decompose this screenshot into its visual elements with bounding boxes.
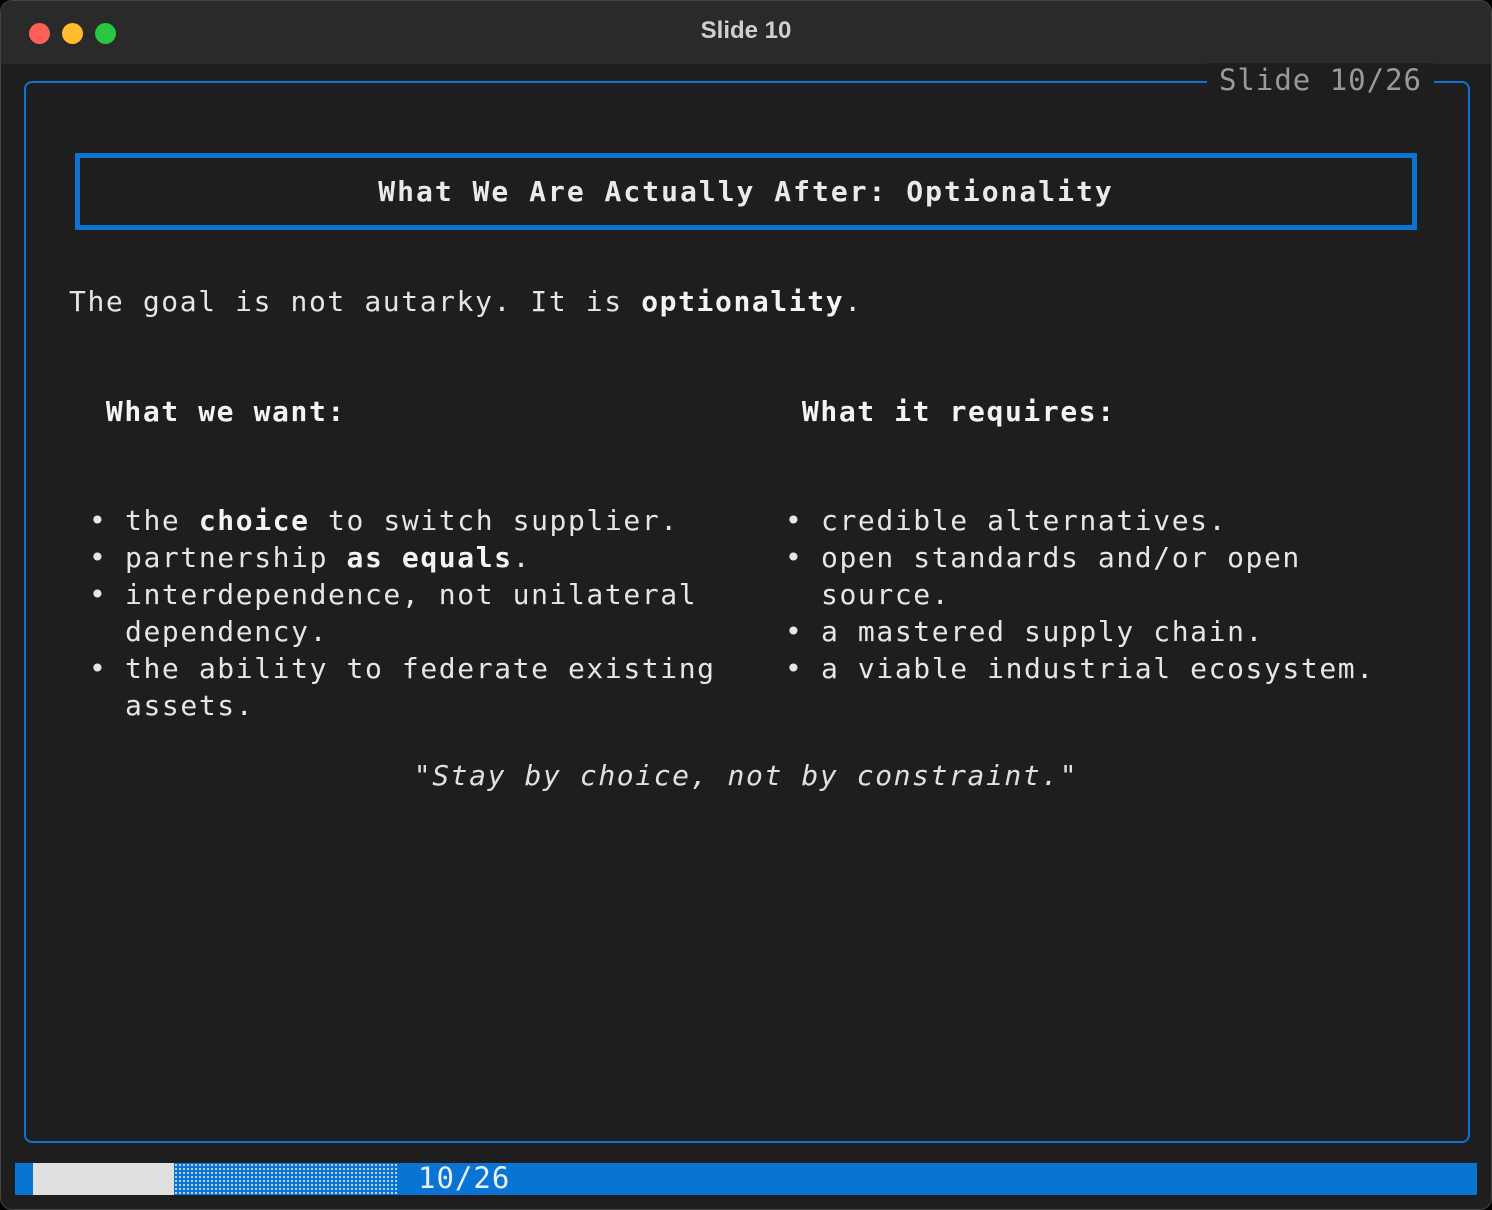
right-heading: What it requires: (801, 395, 1116, 428)
requires-list: credible alternatives.open standards and… (765, 502, 1375, 687)
list-item: a viable industrial ecosystem. (765, 650, 1375, 687)
slide-counter-label: Slide 10/26 (1206, 63, 1434, 97)
list-item: interdependence, not unilateral dependen… (69, 576, 716, 650)
list-item: credible alternatives. (765, 502, 1375, 539)
list-item: the choice to switch supplier. (69, 502, 716, 539)
list-item: a mastered supply chain. (765, 613, 1375, 650)
intro-text: The goal is not autarky. It is optionali… (69, 285, 863, 318)
progress-track (174, 1163, 399, 1195)
title-bar: Slide 10 (1, 1, 1491, 64)
left-heading: What we want: (105, 395, 346, 428)
slide-title-box: What We Are Actually After: Optionality (75, 153, 1417, 230)
list-item: open standards and/or open source. (765, 539, 1375, 613)
status-bar: 10/26 (15, 1161, 1477, 1195)
slide-title: What We Are Actually After: Optionality (378, 175, 1114, 208)
list-item: partnership as equals. (69, 539, 716, 576)
quote: "Stay by choice, not by constraint." (413, 759, 1079, 792)
want-list: the choice to switch supplier.partnershi… (69, 502, 716, 724)
list-item: the ability to federate existing assets. (69, 650, 716, 724)
page-indicator: 10/26 (418, 1161, 511, 1195)
terminal-window: Slide 10 Slide 10/26 What We Are Actuall… (0, 0, 1492, 1210)
window-title: Slide 10 (700, 17, 792, 44)
progress-fill (33, 1163, 174, 1195)
right-column: What it requires: credible alternatives.… (765, 356, 1375, 761)
left-column: What we want: the choice to switch suppl… (69, 356, 716, 798)
